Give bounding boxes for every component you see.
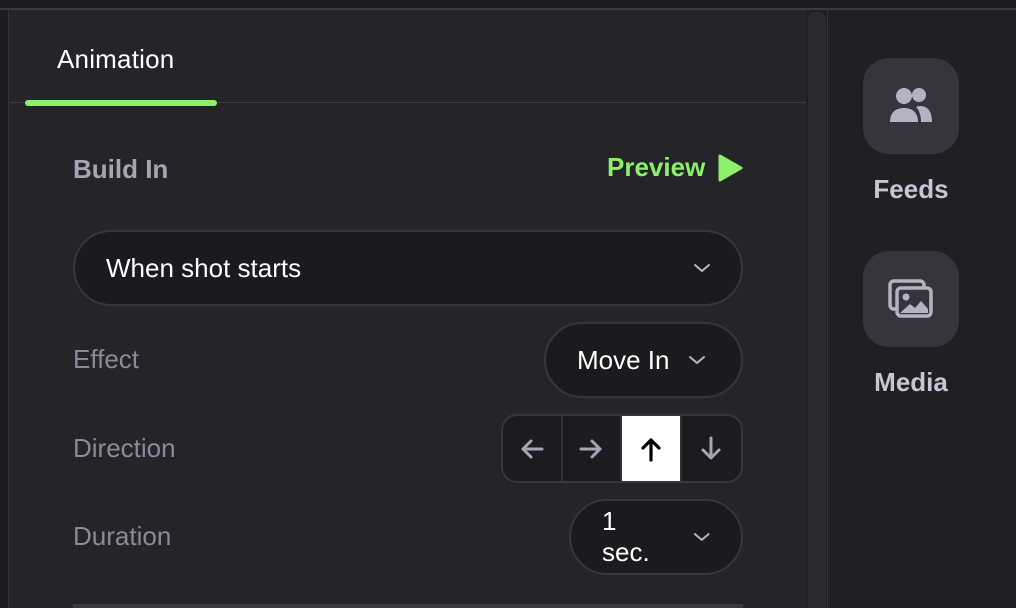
arrow-right-icon [579, 439, 602, 458]
sidebar-item-media[interactable]: Media [863, 251, 959, 398]
next-control-edge [73, 604, 743, 608]
chevron-down-icon [694, 264, 710, 272]
direction-right-button[interactable] [563, 416, 622, 481]
duration-dropdown[interactable]: 1 sec. [569, 499, 743, 575]
effect-value: Move In [577, 344, 670, 375]
effect-dropdown[interactable]: Move In [544, 322, 743, 398]
arrow-left-icon [521, 439, 544, 458]
preview-label: Preview [607, 152, 706, 182]
images-icon [888, 279, 933, 318]
arrow-down-icon [701, 436, 721, 459]
media-icon-tile [863, 251, 959, 347]
arrow-up-icon [641, 437, 661, 462]
direction-label: Direction [73, 433, 176, 463]
trigger-value: When shot starts [106, 252, 302, 283]
sidebar-item-label: Media [874, 367, 948, 397]
build-in-trigger-dropdown[interactable]: When shot starts [73, 230, 743, 306]
direction-up-button[interactable] [622, 416, 682, 481]
effect-label: Effect [73, 344, 140, 374]
direction-left-button[interactable] [503, 416, 563, 481]
direction-down-button[interactable] [682, 416, 741, 481]
duration-label: Duration [73, 521, 172, 551]
duration-value: 1 sec. [602, 506, 650, 567]
tab-animation[interactable]: Animation [57, 44, 174, 75]
tab-active-indicator [25, 100, 217, 106]
sidebar-item-feeds[interactable]: Feeds [863, 58, 959, 205]
build-in-title: Build In [73, 154, 169, 184]
chevron-down-icon [688, 356, 705, 364]
direction-segmented-control [501, 414, 743, 483]
sidebar-item-label: Feeds [873, 174, 949, 204]
feeds-icon-tile [863, 58, 959, 154]
chevron-down-icon [694, 533, 711, 541]
people-icon [890, 88, 932, 122]
preview-button[interactable]: Preview [607, 152, 743, 183]
play-icon [718, 154, 743, 181]
scrollbar-thumb[interactable] [808, 12, 826, 608]
